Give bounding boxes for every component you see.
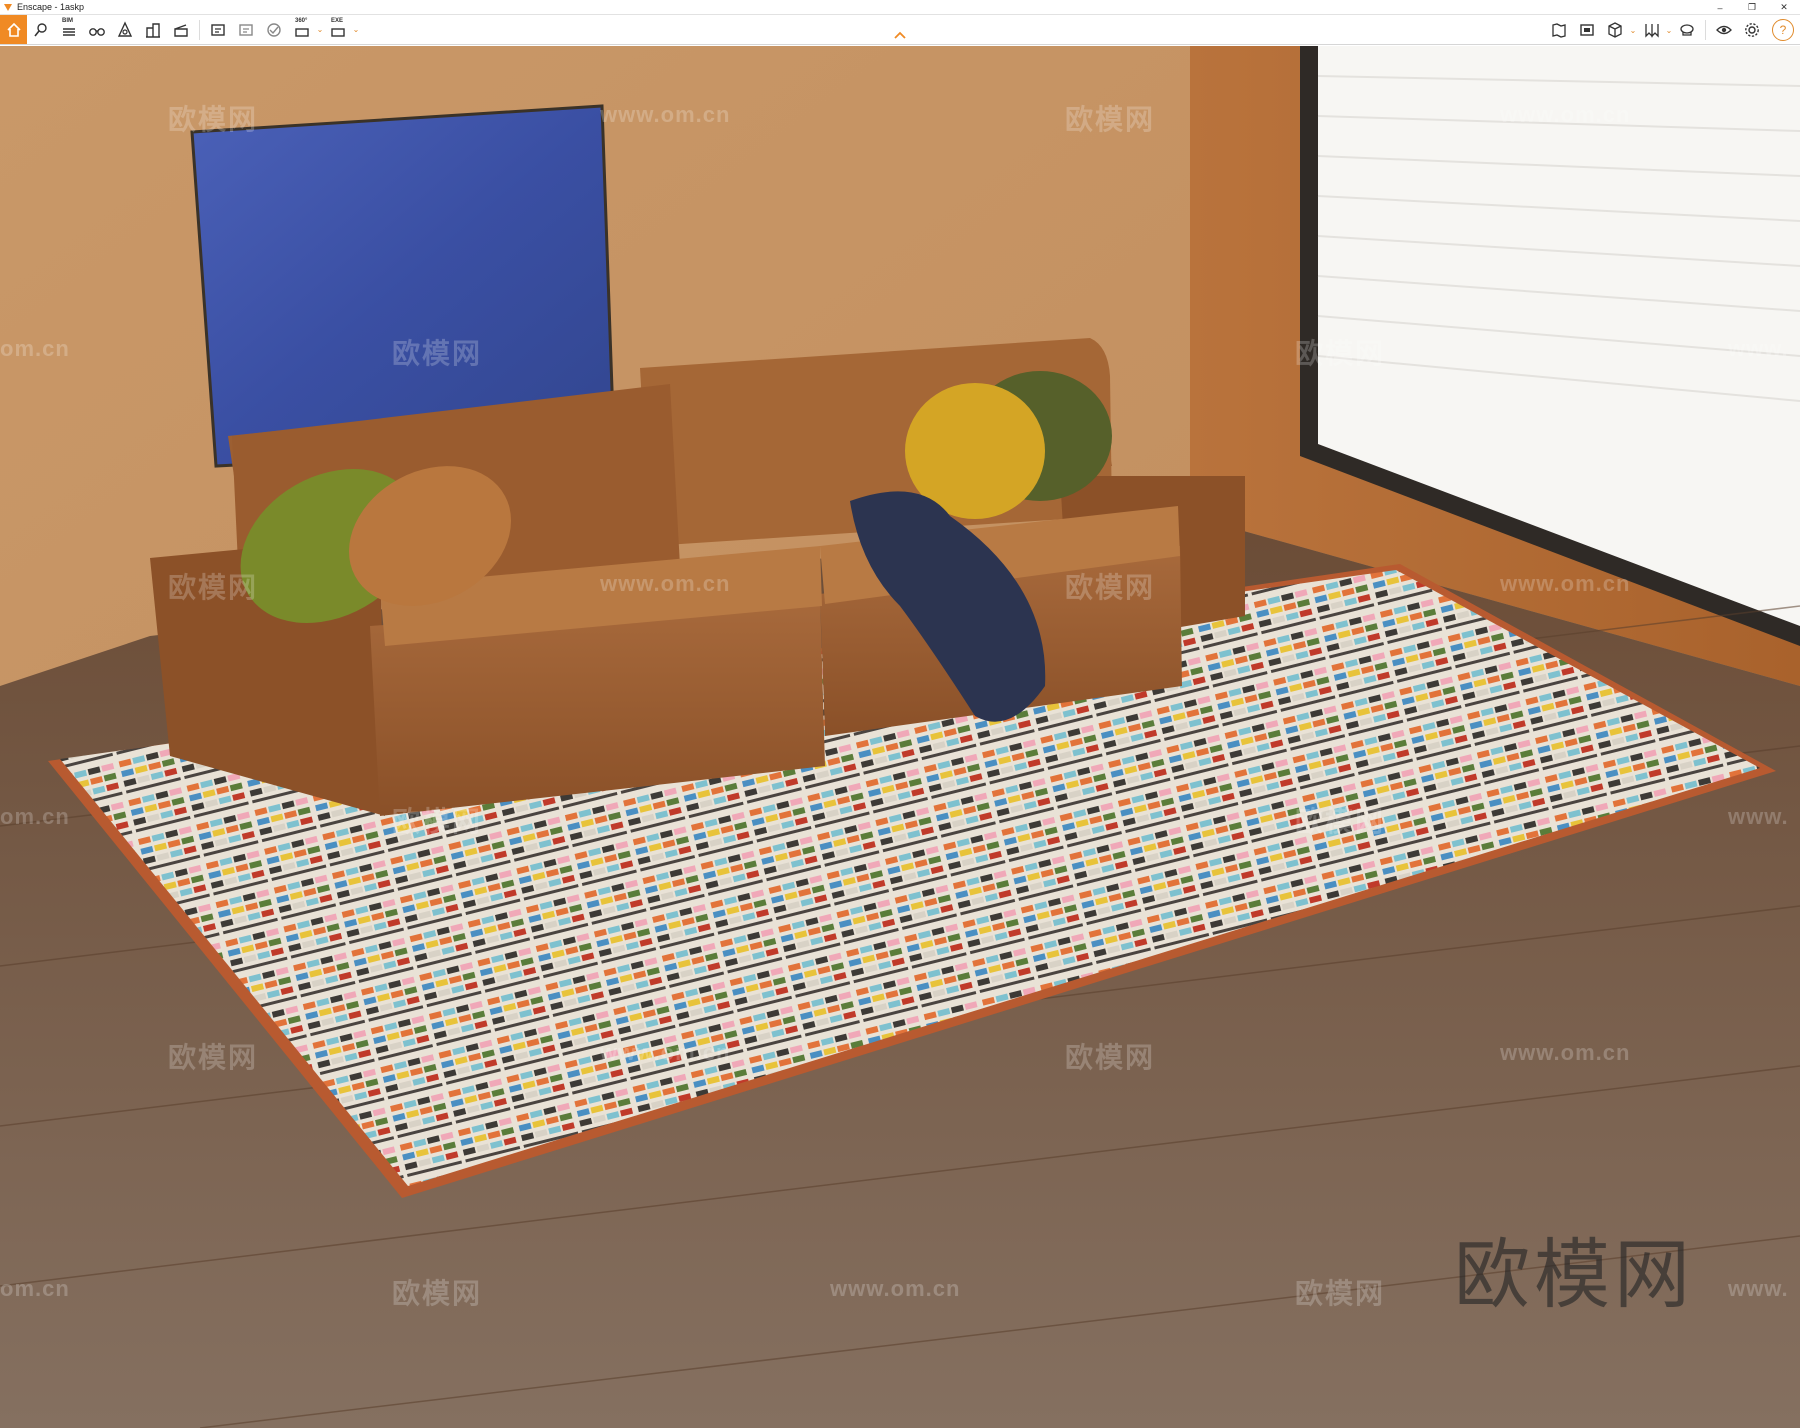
clapperboard-icon [174,23,188,37]
close-button[interactable]: ✕ [1768,0,1800,15]
eye-icon [1716,25,1732,35]
bim-tag: BIM [62,17,73,24]
help-icon[interactable]: ? [1772,19,1794,41]
bookmark-button[interactable] [1637,16,1665,44]
video-editor-button[interactable] [167,16,195,44]
site-context-button[interactable] [139,16,167,44]
live-link-button[interactable] [27,16,55,44]
view-mode-button[interactable] [1601,16,1629,44]
title-bar: Enscape - 1askp – ❐ ✕ [0,0,1800,15]
watermark: 欧模网 [392,338,483,369]
screenshot-icon [211,23,225,36]
cube-icon [1608,22,1622,38]
watermark: 欧模网 [1295,1278,1386,1309]
visual-settings-button[interactable] [1710,16,1738,44]
watermark: www.om.cn [600,102,731,127]
bookmark-icon [1645,24,1659,38]
screenshot-button[interactable] [204,16,232,44]
settings-icon [1745,23,1759,37]
web-standalone-icon [267,22,281,37]
watermark: www.om.cn [600,1040,731,1065]
exe-tag: EXE [331,17,344,24]
toolbar-separator [199,19,200,40]
panorama-button[interactable]: 360° [288,16,316,44]
watermark: 欧模网 [168,1042,259,1073]
watermark: www.om.cn [1500,1040,1631,1065]
map-button[interactable] [1545,16,1573,44]
general-settings-button[interactable] [1738,16,1766,44]
right-toolbar: ⌄ ⌄ ? [1545,15,1800,45]
watermark: www. [1728,336,1789,361]
minimize-button[interactable]: – [1704,0,1736,15]
watermark: 欧模网 [1065,104,1156,135]
collapse-toolbar-arrow-icon[interactable] [894,31,906,39]
watermark: 欧模网 [392,806,483,837]
watermark: www. [1728,804,1789,829]
panorama-dropdown-caret[interactable]: ⌄ [316,25,324,34]
watermark: 欧模网 [1295,806,1386,837]
bookmark-dropdown-caret[interactable]: ⌄ [1665,26,1673,35]
home-icon [6,22,21,37]
batch-render-icon [239,23,253,36]
material-editor-button[interactable] [1673,16,1701,44]
home-button[interactable] [0,15,27,44]
bim-button[interactable]: BIM [55,16,83,44]
window-controls: – ❐ ✕ [1704,0,1800,15]
binoculars-icon [89,27,105,36]
export-dropdown-caret[interactable]: ⌄ [352,25,360,34]
render-viewport[interactable]: 欧模网 www.om.cn 欧模网 www.om.cn om.cn 欧模网 欧模… [0,46,1800,1428]
view-mode-dropdown-caret[interactable]: ⌄ [1629,26,1637,35]
asset-library-button[interactable] [111,16,139,44]
map-icon [1552,23,1566,38]
maximize-button[interactable]: ❐ [1736,0,1768,15]
watermark: www.om.cn [830,1276,961,1301]
watermark: www.om.cn [1500,102,1631,127]
toolbar-separator [1705,20,1706,40]
palette-icon [1680,24,1694,36]
views-button[interactable] [83,16,111,44]
buildings-icon [146,22,160,38]
watermark: www.om.cn [600,571,731,596]
enscape-logo-icon [4,4,12,11]
watermark: 欧模网 [1295,338,1386,369]
main-toolbar: BIM 360° ⌄ EXE ⌄ ⌄ ⌄ ? [0,15,1800,45]
batch-render-button[interactable] [232,16,260,44]
views-icon [1580,24,1594,36]
views-panel-button[interactable] [1573,16,1601,44]
web-standalone-button[interactable] [260,16,288,44]
watermark: 欧模网 [168,104,259,135]
watermark: 欧模网 [168,572,259,603]
watermark: www. [1728,1276,1789,1301]
watermark: om.cn [0,804,70,829]
export-exe-button[interactable]: EXE [324,16,352,44]
watermark: 欧模网 [1065,572,1156,603]
watermark: www.om.cn [1500,571,1631,596]
asset-library-icon [117,20,133,37]
watermark: om.cn [0,336,70,361]
pin-icon [34,22,47,36]
panorama-tag: 360° [295,17,308,24]
brand-watermark: 欧模网 [1454,1230,1694,1319]
watermark: 欧模网 [392,1278,483,1309]
watermark: om.cn [0,1276,70,1301]
watermark: 欧模网 [1065,1042,1156,1073]
window-title: Enscape - 1askp [17,2,85,12]
